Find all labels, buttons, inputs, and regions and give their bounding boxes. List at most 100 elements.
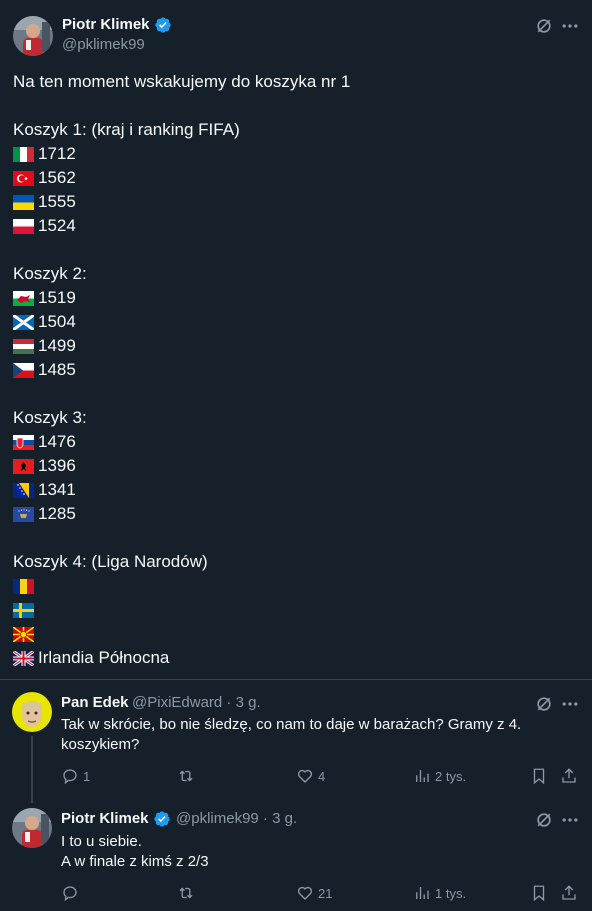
- ranking-value: 1499: [38, 336, 76, 355]
- thread-connector: [31, 736, 33, 803]
- list-item: 1562: [13, 166, 573, 190]
- ranking-value: 1285: [38, 504, 76, 523]
- ranking-value: 1562: [38, 168, 76, 187]
- reply-text-line: A w finale z kimś z 2/3: [61, 853, 209, 870]
- reply-icon: [63, 769, 77, 785]
- czechia-flag-icon: [13, 362, 34, 378]
- ranking-value: 1396: [38, 456, 76, 475]
- list-item: 1504: [13, 310, 573, 334]
- list-item: 1396: [13, 454, 573, 478]
- share-icon: [562, 768, 576, 783]
- share-button[interactable]: [560, 884, 578, 902]
- views-button[interactable]: 2 tys.: [413, 767, 466, 785]
- author-handle[interactable]: @pklimek99: [62, 36, 145, 53]
- reply-text-line: Tak w skrócie, bo nie śledzę, co nam to …: [61, 716, 522, 733]
- more-options-icon[interactable]: [560, 16, 580, 36]
- author-name[interactable]: Piotr Klimek: [62, 16, 150, 33]
- repost-icon: [179, 770, 193, 782]
- reply-text: Tak w skrócie, bo nie śledzę, co nam to …: [61, 715, 571, 755]
- views-button[interactable]: 1 tys.: [413, 884, 466, 902]
- verified-badge-icon: [154, 811, 170, 827]
- post-text: Na ten moment wskakujemy do koszyka nr 1…: [13, 70, 573, 670]
- romania-flag-icon: [13, 578, 34, 594]
- repost-button[interactable]: [177, 884, 195, 902]
- list-item: [13, 622, 573, 646]
- bookmark-icon: [533, 885, 545, 902]
- divider: [0, 679, 592, 680]
- reply-handle-time[interactable]: @pklimek99 · 3 g.: [176, 810, 297, 827]
- list-item: [13, 598, 573, 622]
- ukraine-flag-icon: [13, 194, 34, 210]
- ranking-value: 1341: [38, 480, 76, 499]
- main-post: Piotr Klimek @pklimek99 Na ten moment ws…: [0, 0, 592, 680]
- bookmark-icon: [533, 768, 545, 785]
- bosnia-flag-icon: [13, 482, 34, 498]
- reply-text-line: I to u siebie.: [61, 833, 142, 850]
- group-title: Koszyk 1: (kraj i ranking FIFA): [13, 120, 240, 139]
- list-item: 1285: [13, 502, 573, 526]
- sweden-flag-icon: [13, 602, 34, 618]
- more-options-icon[interactable]: [560, 694, 580, 714]
- views-count: 2 tys.: [435, 768, 467, 784]
- ranking-value: 1555: [38, 192, 76, 211]
- verified-badge-icon: [155, 17, 171, 33]
- poland-flag-icon: [13, 218, 34, 234]
- heart-icon: [297, 886, 313, 900]
- reply-avatar[interactable]: [12, 692, 52, 732]
- group-4-label: Irlandia Północna: [38, 648, 170, 667]
- grok-icon[interactable]: [534, 694, 554, 714]
- albania-flag-icon: [13, 458, 34, 474]
- list-item: 1341: [13, 478, 573, 502]
- ranking-value: 1712: [38, 144, 76, 163]
- reply-avatar[interactable]: [12, 808, 52, 848]
- reply-handle-time[interactable]: @PixiEdward · 3 g.: [132, 694, 261, 711]
- bookmark-button[interactable]: [530, 884, 548, 902]
- share-button[interactable]: [560, 767, 578, 785]
- repost-button[interactable]: [177, 767, 195, 785]
- reply-icon: [63, 886, 77, 902]
- like-count: 21: [318, 885, 333, 901]
- reply-count: 1: [83, 768, 91, 784]
- grok-icon[interactable]: [534, 16, 554, 36]
- reply-button[interactable]: [61, 884, 79, 902]
- list-item: [13, 574, 573, 598]
- wales-flag-icon: [13, 290, 34, 306]
- bookmark-button[interactable]: [530, 767, 548, 785]
- list-item: 1712: [13, 142, 573, 166]
- turkey-flag-icon: [13, 170, 34, 186]
- ranking-value: 1485: [38, 360, 76, 379]
- list-item: 1555: [13, 190, 573, 214]
- share-icon: [562, 885, 576, 900]
- list-item: 1519: [13, 286, 573, 310]
- ranking-value: 1519: [38, 288, 76, 307]
- list-item: 1524: [13, 214, 573, 238]
- north-macedonia-flag-icon: [13, 626, 34, 642]
- views-icon: [416, 887, 429, 899]
- like-button[interactable]: 4: [296, 767, 325, 785]
- group-title: Koszyk 3:: [13, 408, 87, 427]
- kosovo-flag-icon: [13, 506, 34, 522]
- hungary-flag-icon: [13, 338, 34, 354]
- more-options-icon[interactable]: [560, 810, 580, 830]
- reply-author-name[interactable]: Pan Edek: [61, 694, 129, 711]
- reply-text-line: koszykiem?: [61, 736, 140, 753]
- group-title: Koszyk 4: (Liga Narodów): [13, 552, 208, 571]
- like-count: 4: [318, 768, 326, 784]
- post-intro: Na ten moment wskakujemy do koszyka nr 1: [13, 72, 351, 91]
- views-icon: [416, 770, 429, 782]
- grok-icon[interactable]: [534, 810, 554, 830]
- list-item: 1499: [13, 334, 573, 358]
- scotland-flag-icon: [13, 314, 34, 330]
- reply-text: I to u siebie. A w finale z kimś z 2/3: [61, 832, 571, 872]
- group-title: Koszyk 2:: [13, 264, 87, 283]
- list-item: 1476: [13, 430, 573, 454]
- reply-button[interactable]: 1: [61, 767, 90, 785]
- heart-icon: [297, 769, 313, 783]
- views-count: 1 tys.: [435, 885, 467, 901]
- author-avatar[interactable]: [13, 16, 53, 56]
- reply-author-name[interactable]: Piotr Klimek: [61, 810, 149, 827]
- repost-icon: [179, 887, 193, 899]
- list-item: 1485: [13, 358, 573, 382]
- ranking-value: 1476: [38, 432, 76, 451]
- like-button[interactable]: 21: [296, 884, 332, 902]
